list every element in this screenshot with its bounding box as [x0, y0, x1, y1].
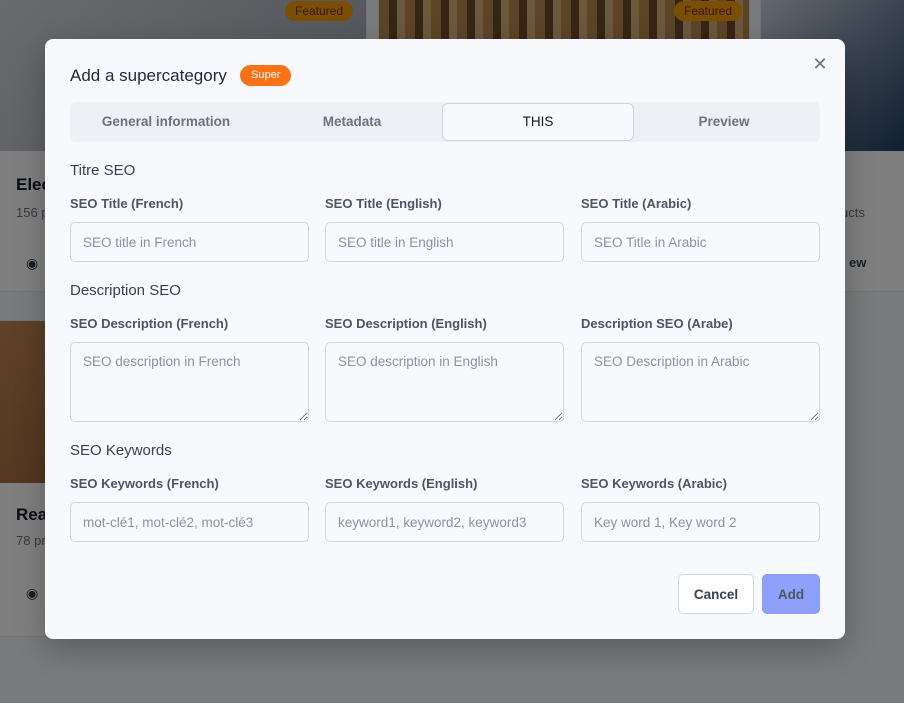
seo-description-arabic-label: Description SEO (Arabe)	[581, 316, 733, 331]
section-title-seo-heading: Titre SEO	[70, 162, 136, 179]
seo-description-english-label: SEO Description (English)	[325, 316, 487, 331]
seo-description-english-textarea[interactable]	[325, 342, 564, 422]
seo-description-arabic-textarea[interactable]	[581, 342, 820, 422]
tab-this[interactable]: THIS	[442, 103, 634, 141]
seo-title-french-label: SEO Title (French)	[70, 196, 184, 211]
seo-keywords-arabic-input[interactable]	[581, 502, 820, 542]
seo-keywords-french-label: SEO Keywords (French)	[70, 476, 219, 491]
modal-title: Add a supercategory	[70, 66, 227, 85]
seo-keywords-english-label: SEO Keywords (English)	[325, 476, 478, 491]
add-button[interactable]: Add	[762, 574, 820, 614]
seo-title-french-input[interactable]	[70, 222, 309, 262]
section-description-seo-heading: Description SEO	[70, 282, 181, 299]
seo-title-english-label: SEO Title (English)	[325, 196, 442, 211]
seo-title-english-input[interactable]	[325, 222, 564, 262]
cancel-button[interactable]: Cancel	[678, 574, 754, 614]
seo-keywords-arabic-label: SEO Keywords (Arabic)	[581, 476, 727, 491]
seo-title-arabic-label: SEO Title (Arabic)	[581, 196, 692, 211]
tab-general-information[interactable]: General information	[70, 102, 262, 142]
tab-metadata[interactable]: Metadata	[256, 102, 448, 142]
seo-keywords-french-input[interactable]	[70, 502, 309, 542]
add-supercategory-modal: Add a supercategory Super ✕ General info…	[45, 39, 845, 639]
tab-bar: General information Metadata THIS Previe…	[70, 102, 820, 142]
tab-preview[interactable]: Preview	[628, 102, 820, 142]
section-keywords-seo-heading: SEO Keywords	[70, 442, 172, 459]
seo-description-french-label: SEO Description (French)	[70, 316, 229, 331]
super-badge: Super	[240, 65, 292, 86]
seo-keywords-english-input[interactable]	[325, 502, 564, 542]
close-icon[interactable]: ✕	[810, 54, 830, 74]
seo-description-french-textarea[interactable]	[70, 342, 309, 422]
seo-title-arabic-input[interactable]	[581, 222, 820, 262]
